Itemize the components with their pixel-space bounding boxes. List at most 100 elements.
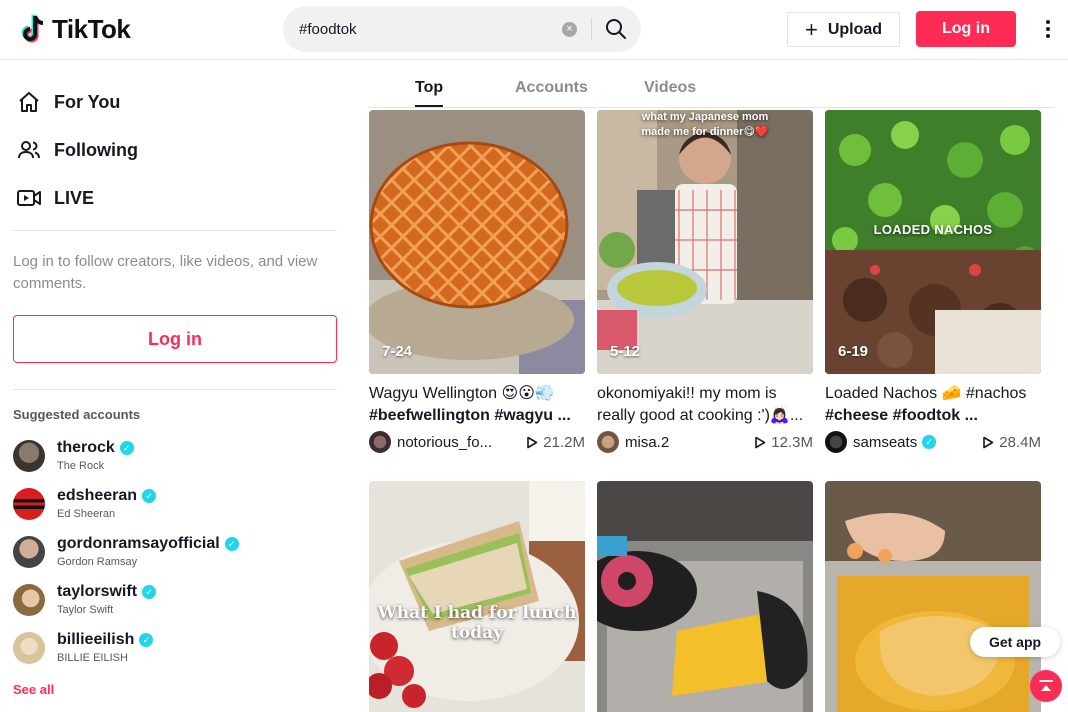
upload-button[interactable]: + Upload — [787, 12, 900, 47]
play-icon — [983, 436, 994, 448]
video-date: 7-24 — [382, 343, 413, 360]
logo-text: TikTok — [52, 13, 131, 44]
video-overlay-text: What I had for lunch today — [377, 603, 577, 643]
video-author[interactable]: notorious_fo... — [397, 434, 526, 451]
account-username: gordonramsayofficial — [57, 535, 220, 552]
suggested-account[interactable]: therock ✓ The Rock — [13, 434, 343, 478]
search-input[interactable] — [283, 6, 553, 52]
avatar — [13, 488, 45, 520]
video-description: Wagyu Wellington 😍😮💨 #beefwellington #wa… — [369, 383, 585, 427]
account-display-name: Ed Sheeran — [57, 508, 116, 520]
search-button[interactable] — [598, 14, 634, 44]
people-icon — [16, 137, 42, 163]
verified-badge-icon: ✓ — [142, 585, 157, 599]
video-meta: samseats ✓ 28.4M — [825, 430, 1041, 454]
video-thumbnail[interactable] — [825, 481, 1041, 712]
account-username: billieeilish — [57, 631, 135, 648]
play-icon — [527, 436, 538, 448]
account-display-name: Taylor Swift — [57, 604, 114, 616]
verified-badge-icon: ✓ — [119, 441, 134, 455]
sidebar-item-label: LIVE — [54, 187, 95, 208]
video-views: 12.3M — [754, 434, 813, 451]
divider — [13, 230, 337, 231]
video-overlay-text: what my Japanese mom made me for dinner😋… — [641, 111, 769, 138]
tab-accounts[interactable]: Accounts — [515, 79, 588, 97]
video-thumbnail[interactable]: 7-24 — [369, 110, 585, 374]
get-app-button[interactable]: Get app — [970, 627, 1060, 657]
avatar — [13, 536, 45, 568]
login-hint-text: Log in to follow creators, like videos, … — [13, 253, 318, 292]
video-description-line: Wagyu Wellington 😍😮💨 — [369, 385, 555, 402]
account-display-name: The Rock — [57, 460, 105, 472]
video-overlay-text: LOADED NACHOS — [873, 222, 993, 237]
video-hashtags[interactable]: #cheese #foodtok ... — [825, 405, 1041, 427]
suggested-account[interactable]: edsheeran ✓ Ed Sheeran — [13, 482, 343, 526]
avatar[interactable] — [369, 431, 391, 453]
video-description-line: okonomiyaki!! my mom is — [597, 385, 777, 402]
account-username: therock — [57, 439, 115, 456]
divider — [13, 389, 337, 390]
sidebar-item-label: Following — [54, 139, 138, 160]
video-views: 28.4M — [982, 434, 1041, 451]
avatar — [13, 632, 45, 664]
video-meta: notorious_fo... 21.2M — [369, 430, 585, 454]
video-thumbnail[interactable]: LOADED NACHOS 6-19 — [825, 110, 1041, 374]
sidebar-login-button[interactable]: Log in — [13, 315, 337, 363]
avatar[interactable] — [597, 431, 619, 453]
video-description: okonomiyaki!! my mom is really good at c… — [597, 383, 813, 427]
video-author[interactable]: samseats ✓ — [853, 434, 982, 451]
video-description: Loaded Nachos 🧀 #nachos #cheese #foodtok… — [825, 383, 1041, 427]
video-meta: misa.2 12.3M — [597, 430, 813, 454]
scroll-to-top-button[interactable] — [1030, 670, 1062, 702]
video-author[interactable]: misa.2 — [625, 434, 754, 451]
avatar — [13, 440, 45, 472]
search-divider — [591, 18, 592, 40]
clear-search-icon[interactable]: × — [562, 22, 577, 37]
see-all-link[interactable]: See all — [13, 682, 54, 697]
verified-badge-icon: ✓ — [142, 489, 157, 503]
more-options-icon[interactable] — [1038, 16, 1058, 42]
video-thumbnail[interactable]: what my Japanese mom made me for dinner😋… — [597, 110, 813, 374]
video-date: 6-19 — [838, 343, 869, 360]
sidebar-item-following[interactable]: Following — [16, 137, 138, 163]
header-login-button[interactable]: Log in — [916, 11, 1016, 47]
search-icon — [606, 19, 626, 39]
tab-videos[interactable]: Videos — [644, 79, 696, 97]
video-hashtags[interactable]: #beefwellington #wagyu ... — [369, 405, 585, 427]
verified-badge-icon: ✓ — [139, 633, 154, 647]
video-views: 21.2M — [526, 434, 585, 451]
account-username: taylorswift — [57, 583, 138, 600]
search-tabs: Top Accounts Videos — [369, 61, 1054, 108]
top-header: TikTok × + Upload Log in — [0, 0, 1068, 60]
tiktok-logo[interactable]: TikTok — [20, 13, 131, 45]
sidebar-item-live[interactable]: LIVE — [16, 185, 94, 211]
suggested-account[interactable]: billieeilish ✓ BILLIE EILISH — [13, 626, 343, 670]
video-description-line: Loaded Nachos 🧀 #nachos — [825, 385, 1027, 402]
account-username: edsheeran — [57, 487, 138, 504]
account-display-name: BILLIE EILISH — [57, 652, 128, 664]
video-thumbnail[interactable] — [597, 481, 813, 712]
verified-badge-icon: ✓ — [922, 435, 937, 449]
video-date: 5-12 — [610, 343, 641, 360]
suggested-account[interactable]: taylorswift ✓ Taylor Swift — [13, 578, 343, 622]
avatar — [13, 584, 45, 616]
verified-badge-icon: ✓ — [224, 537, 239, 551]
avatar[interactable] — [825, 431, 847, 453]
video-thumbnail[interactable]: What I had for lunch today — [369, 481, 585, 712]
suggested-account[interactable]: gordonramsayofficial ✓ Gordon Ramsay — [13, 530, 343, 574]
arrow-up-icon — [1039, 680, 1053, 691]
play-icon — [755, 436, 766, 448]
tiktok-logo-icon — [21, 14, 44, 43]
upload-label: Upload — [827, 20, 883, 38]
tab-top[interactable]: Top — [415, 79, 443, 97]
account-display-name: Gordon Ramsay — [57, 556, 138, 568]
plus-icon: + — [804, 16, 818, 42]
sidebar-item-label: For You — [54, 91, 121, 112]
active-tab-indicator — [415, 105, 443, 107]
video-description-line: really good at cooking :')🙇🏻‍♀️... — [597, 407, 804, 424]
sidebar-item-for-you[interactable]: For You — [16, 89, 120, 115]
sidebar: For You Following LIVE Log in to follow … — [0, 61, 352, 712]
home-icon — [16, 89, 42, 115]
search-bar: × — [283, 6, 641, 52]
suggested-accounts-title: Suggested accounts — [13, 407, 141, 422]
